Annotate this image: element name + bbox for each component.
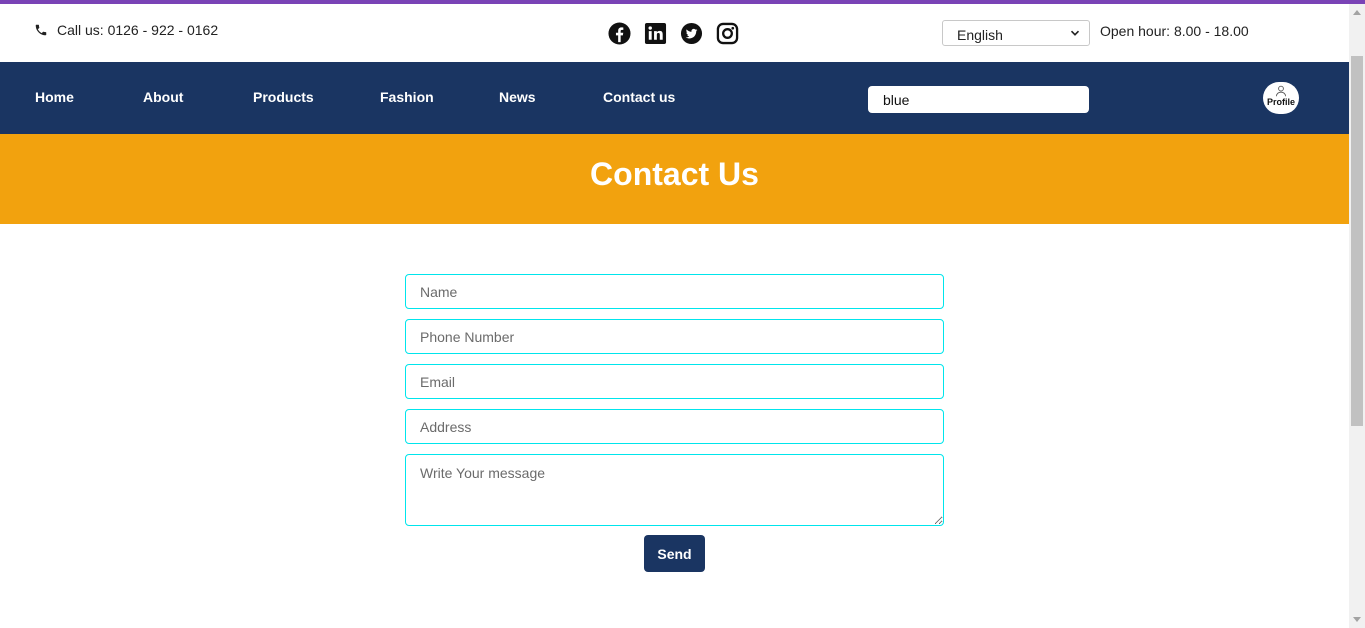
scroll-down-arrow-icon[interactable] bbox=[1353, 617, 1361, 622]
phone-field[interactable] bbox=[405, 319, 944, 354]
facebook-icon[interactable] bbox=[608, 22, 631, 45]
scrollbar-thumb[interactable] bbox=[1351, 56, 1363, 426]
instagram-icon[interactable] bbox=[716, 22, 739, 45]
nav-item-news[interactable]: News bbox=[499, 89, 536, 105]
scroll-up-arrow-icon[interactable] bbox=[1353, 10, 1361, 15]
call-text: Call us: 0126 - 922 - 0162 bbox=[57, 22, 219, 38]
nav-item-home[interactable]: Home bbox=[35, 89, 74, 105]
language-selected-value: English bbox=[957, 27, 1003, 43]
nav-item-about[interactable]: About bbox=[143, 89, 183, 105]
contact-form: Send bbox=[405, 274, 944, 572]
user-icon bbox=[1276, 85, 1286, 97]
phone-icon bbox=[35, 24, 47, 36]
page-scrollbar[interactable] bbox=[1349, 4, 1365, 628]
nav-item-contact-us[interactable]: Contact us bbox=[603, 89, 675, 105]
language-select[interactable]: English bbox=[942, 20, 1090, 46]
nav-item-products[interactable]: Products bbox=[253, 89, 314, 105]
address-field[interactable] bbox=[405, 409, 944, 444]
message-field[interactable] bbox=[405, 454, 944, 526]
search-input[interactable] bbox=[868, 86, 1089, 113]
nav-item-fashion[interactable]: Fashion bbox=[380, 89, 434, 105]
profile-button[interactable]: Profile bbox=[1263, 82, 1299, 114]
twitter-icon[interactable] bbox=[680, 22, 703, 45]
social-links bbox=[608, 22, 739, 45]
page-banner: Contact Us bbox=[0, 134, 1349, 224]
main-navbar: Home About Products Fashion News Contact… bbox=[0, 62, 1349, 134]
open-hour-text: Open hour: 8.00 - 18.00 bbox=[1100, 23, 1249, 39]
chevron-down-icon bbox=[1070, 30, 1080, 36]
top-info-bar: Call us: 0126 - 922 - 0162 English Open … bbox=[0, 4, 1349, 62]
call-info: Call us: 0126 - 922 - 0162 bbox=[34, 22, 218, 38]
send-button[interactable]: Send bbox=[644, 535, 705, 572]
page-title: Contact Us bbox=[590, 156, 759, 192]
profile-label: Profile bbox=[1266, 97, 1295, 107]
email-field[interactable] bbox=[405, 364, 944, 399]
name-field[interactable] bbox=[405, 274, 944, 309]
linkedin-icon[interactable] bbox=[644, 22, 667, 45]
